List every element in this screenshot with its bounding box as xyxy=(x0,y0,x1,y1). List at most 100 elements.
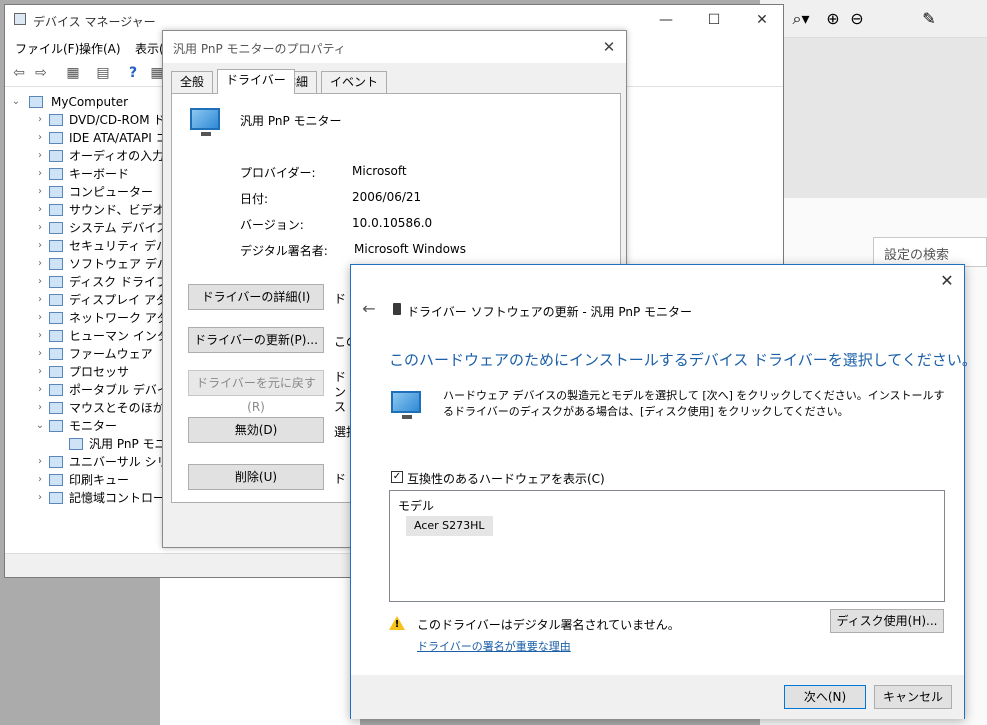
tree-item-label: 記憶域コントローラー xyxy=(69,491,165,505)
chevron-right-icon[interactable]: › xyxy=(35,489,45,507)
tree-item[interactable]: › ユニバーサル シリアル バス コントローラー xyxy=(7,453,165,471)
tree-item-label: ソフトウェア デバイス xyxy=(69,257,165,271)
zoom-in-icon[interactable]: ⊕ xyxy=(822,8,844,30)
field-label: デジタル署名者: xyxy=(240,244,328,258)
back-arrow-icon[interactable]: ← xyxy=(359,299,379,319)
menu-file[interactable]: ファイル(F) xyxy=(15,40,79,57)
tree-item-label: ヒューマン インターフェイス デバイス xyxy=(69,329,165,343)
tree-item-label: コンピューター xyxy=(69,185,154,199)
update-driver-button[interactable]: ドライバーの更新(P)... xyxy=(188,327,324,353)
tree-item[interactable]: › キーボード xyxy=(7,165,165,183)
tree-item[interactable]: › ポータブル デバイス xyxy=(7,381,165,399)
sound-icon xyxy=(49,204,63,216)
chevron-right-icon[interactable]: › xyxy=(35,183,45,201)
compatible-hardware-checkbox[interactable]: ✓ xyxy=(391,471,403,483)
have-disk-button[interactable]: ディスク使用(H)... xyxy=(830,609,944,633)
close-icon[interactable]: ✕ xyxy=(934,269,960,293)
tree-item[interactable]: › ディスク ドライブ xyxy=(7,273,165,291)
tree-item[interactable]: › ネットワーク アダプター xyxy=(7,309,165,327)
signing-info-link[interactable]: ドライバーの署名が重要な理由 xyxy=(417,638,571,654)
tree-item[interactable]: › ソフトウェア デバイス xyxy=(7,255,165,273)
zoom-dropdown-icon[interactable]: ⌕▾ xyxy=(790,8,812,30)
processor-icon xyxy=(49,366,63,378)
field-label: プロバイダー: xyxy=(240,166,316,180)
chevron-right-icon[interactable]: › xyxy=(35,327,45,345)
chevron-right-icon[interactable]: › xyxy=(35,165,45,183)
tab-driver[interactable]: ドライバー xyxy=(217,69,295,94)
back-arrow-icon[interactable]: ⇦ xyxy=(9,63,29,83)
tree-item[interactable]: ⌄ モニター xyxy=(7,417,165,435)
tree-item[interactable]: › DVD/CD-ROM ドライブ xyxy=(7,111,165,129)
menu-action[interactable]: 操作(A) xyxy=(79,40,121,57)
close-icon[interactable]: ✕ xyxy=(739,5,785,35)
chevron-right-icon[interactable]: › xyxy=(35,345,45,363)
document-icon[interactable]: ▤ xyxy=(93,63,113,83)
tab-events[interactable]: イベント xyxy=(321,71,388,93)
settings-search-input[interactable]: 設定の検索 xyxy=(873,237,987,267)
tree-item-label: IDE ATA/ATAPI コントローラー xyxy=(69,131,165,145)
forward-arrow-icon[interactable]: ⇨ xyxy=(31,63,51,83)
storage-controller-icon xyxy=(49,492,63,504)
audio-icon xyxy=(49,150,63,162)
driver-details-button[interactable]: ドライバーの詳細(I) xyxy=(188,284,324,310)
background-panel xyxy=(160,578,360,725)
disable-button[interactable]: 無効(D) xyxy=(188,417,324,443)
properties-grid-icon[interactable]: ▦ xyxy=(63,63,83,83)
tree-item[interactable]: › IDE ATA/ATAPI コントローラー xyxy=(7,129,165,147)
chevron-right-icon[interactable]: › xyxy=(35,255,45,273)
chevron-right-icon[interactable]: › xyxy=(35,381,45,399)
tree-item-label: モニター xyxy=(69,419,118,433)
chevron-down-icon[interactable]: ⌄ xyxy=(11,93,21,111)
zoom-out-icon[interactable]: ⊖ xyxy=(846,8,868,30)
tree-item[interactable]: › マウスとそのほかのポインティング デバイス xyxy=(7,399,165,417)
tree-item[interactable]: › ディスプレイ アダプター xyxy=(7,291,165,309)
chevron-right-icon[interactable]: › xyxy=(35,363,45,381)
tree-item[interactable]: › オーディオの入力および出力 xyxy=(7,147,165,165)
tree-item[interactable]: › ヒューマン インターフェイス デバイス xyxy=(7,327,165,345)
maximize-icon[interactable]: ☐ xyxy=(691,5,737,35)
tree-item[interactable]: › サウンド、ビデオ、およびゲーム コントローラー xyxy=(7,201,165,219)
chevron-right-icon[interactable]: › xyxy=(35,399,45,417)
minimize-icon[interactable]: — xyxy=(643,5,689,35)
chevron-right-icon[interactable]: › xyxy=(35,201,45,219)
tree-item[interactable]: › コンピューター xyxy=(7,183,165,201)
model-list[interactable]: モデル Acer S273HL xyxy=(389,490,945,602)
computer-icon xyxy=(29,96,43,108)
list-item[interactable]: Acer S273HL xyxy=(406,516,493,536)
list-header: モデル xyxy=(398,499,435,513)
tree-item[interactable]: › ファームウェア xyxy=(7,345,165,363)
next-button[interactable]: 次へ(N) xyxy=(784,685,866,709)
chevron-right-icon[interactable]: › xyxy=(35,147,45,165)
tree-item[interactable]: › プロセッサ xyxy=(7,363,165,381)
uninstall-button[interactable]: 削除(U) xyxy=(188,464,324,490)
chevron-right-icon[interactable]: › xyxy=(35,129,45,147)
chevron-right-icon[interactable]: › xyxy=(35,453,45,471)
chevron-right-icon[interactable]: › xyxy=(35,471,45,489)
tree-item-label: セキュリティ デバイス xyxy=(69,239,165,253)
tree-item[interactable]: › 印刷キュー xyxy=(7,471,165,489)
rollback-driver-button[interactable]: ドライバーを元に戻す(R) xyxy=(188,370,324,414)
chevron-down-icon[interactable]: ⌄ xyxy=(35,417,45,435)
tree-item[interactable]: 汎用 PnP モニター xyxy=(7,435,165,453)
tree-item[interactable]: › システム デバイス xyxy=(7,219,165,237)
eyedropper-icon[interactable]: ✎ xyxy=(918,8,940,30)
system-device-icon xyxy=(49,222,63,234)
cancel-button[interactable]: キャンセル xyxy=(874,685,952,709)
chevron-right-icon[interactable]: › xyxy=(35,219,45,237)
chevron-right-icon[interactable]: › xyxy=(35,273,45,291)
tab-general[interactable]: 全般 xyxy=(171,71,214,93)
checkbox-label[interactable]: 互換性のあるハードウェアを表示(C) xyxy=(407,470,605,487)
tree-item[interactable]: › 記憶域コントローラー xyxy=(7,489,165,507)
chevron-right-icon[interactable]: › xyxy=(35,111,45,129)
warning-icon-mark: ! xyxy=(394,619,400,630)
chevron-right-icon[interactable]: › xyxy=(35,291,45,309)
tree-item[interactable]: › セキュリティ デバイス xyxy=(7,237,165,255)
chevron-right-icon[interactable]: › xyxy=(35,237,45,255)
monitor-icon xyxy=(49,420,63,432)
close-icon[interactable]: ✕ xyxy=(592,31,626,63)
tree-root[interactable]: ⌄ MyComputer xyxy=(7,93,165,111)
help-icon[interactable]: ? xyxy=(123,63,143,83)
tree-item-label: プロセッサ xyxy=(69,365,130,379)
chevron-right-icon[interactable]: › xyxy=(35,309,45,327)
dialog-subtitle: ドライバー ソフトウェアの更新 - 汎用 PnP モニター xyxy=(407,305,693,319)
